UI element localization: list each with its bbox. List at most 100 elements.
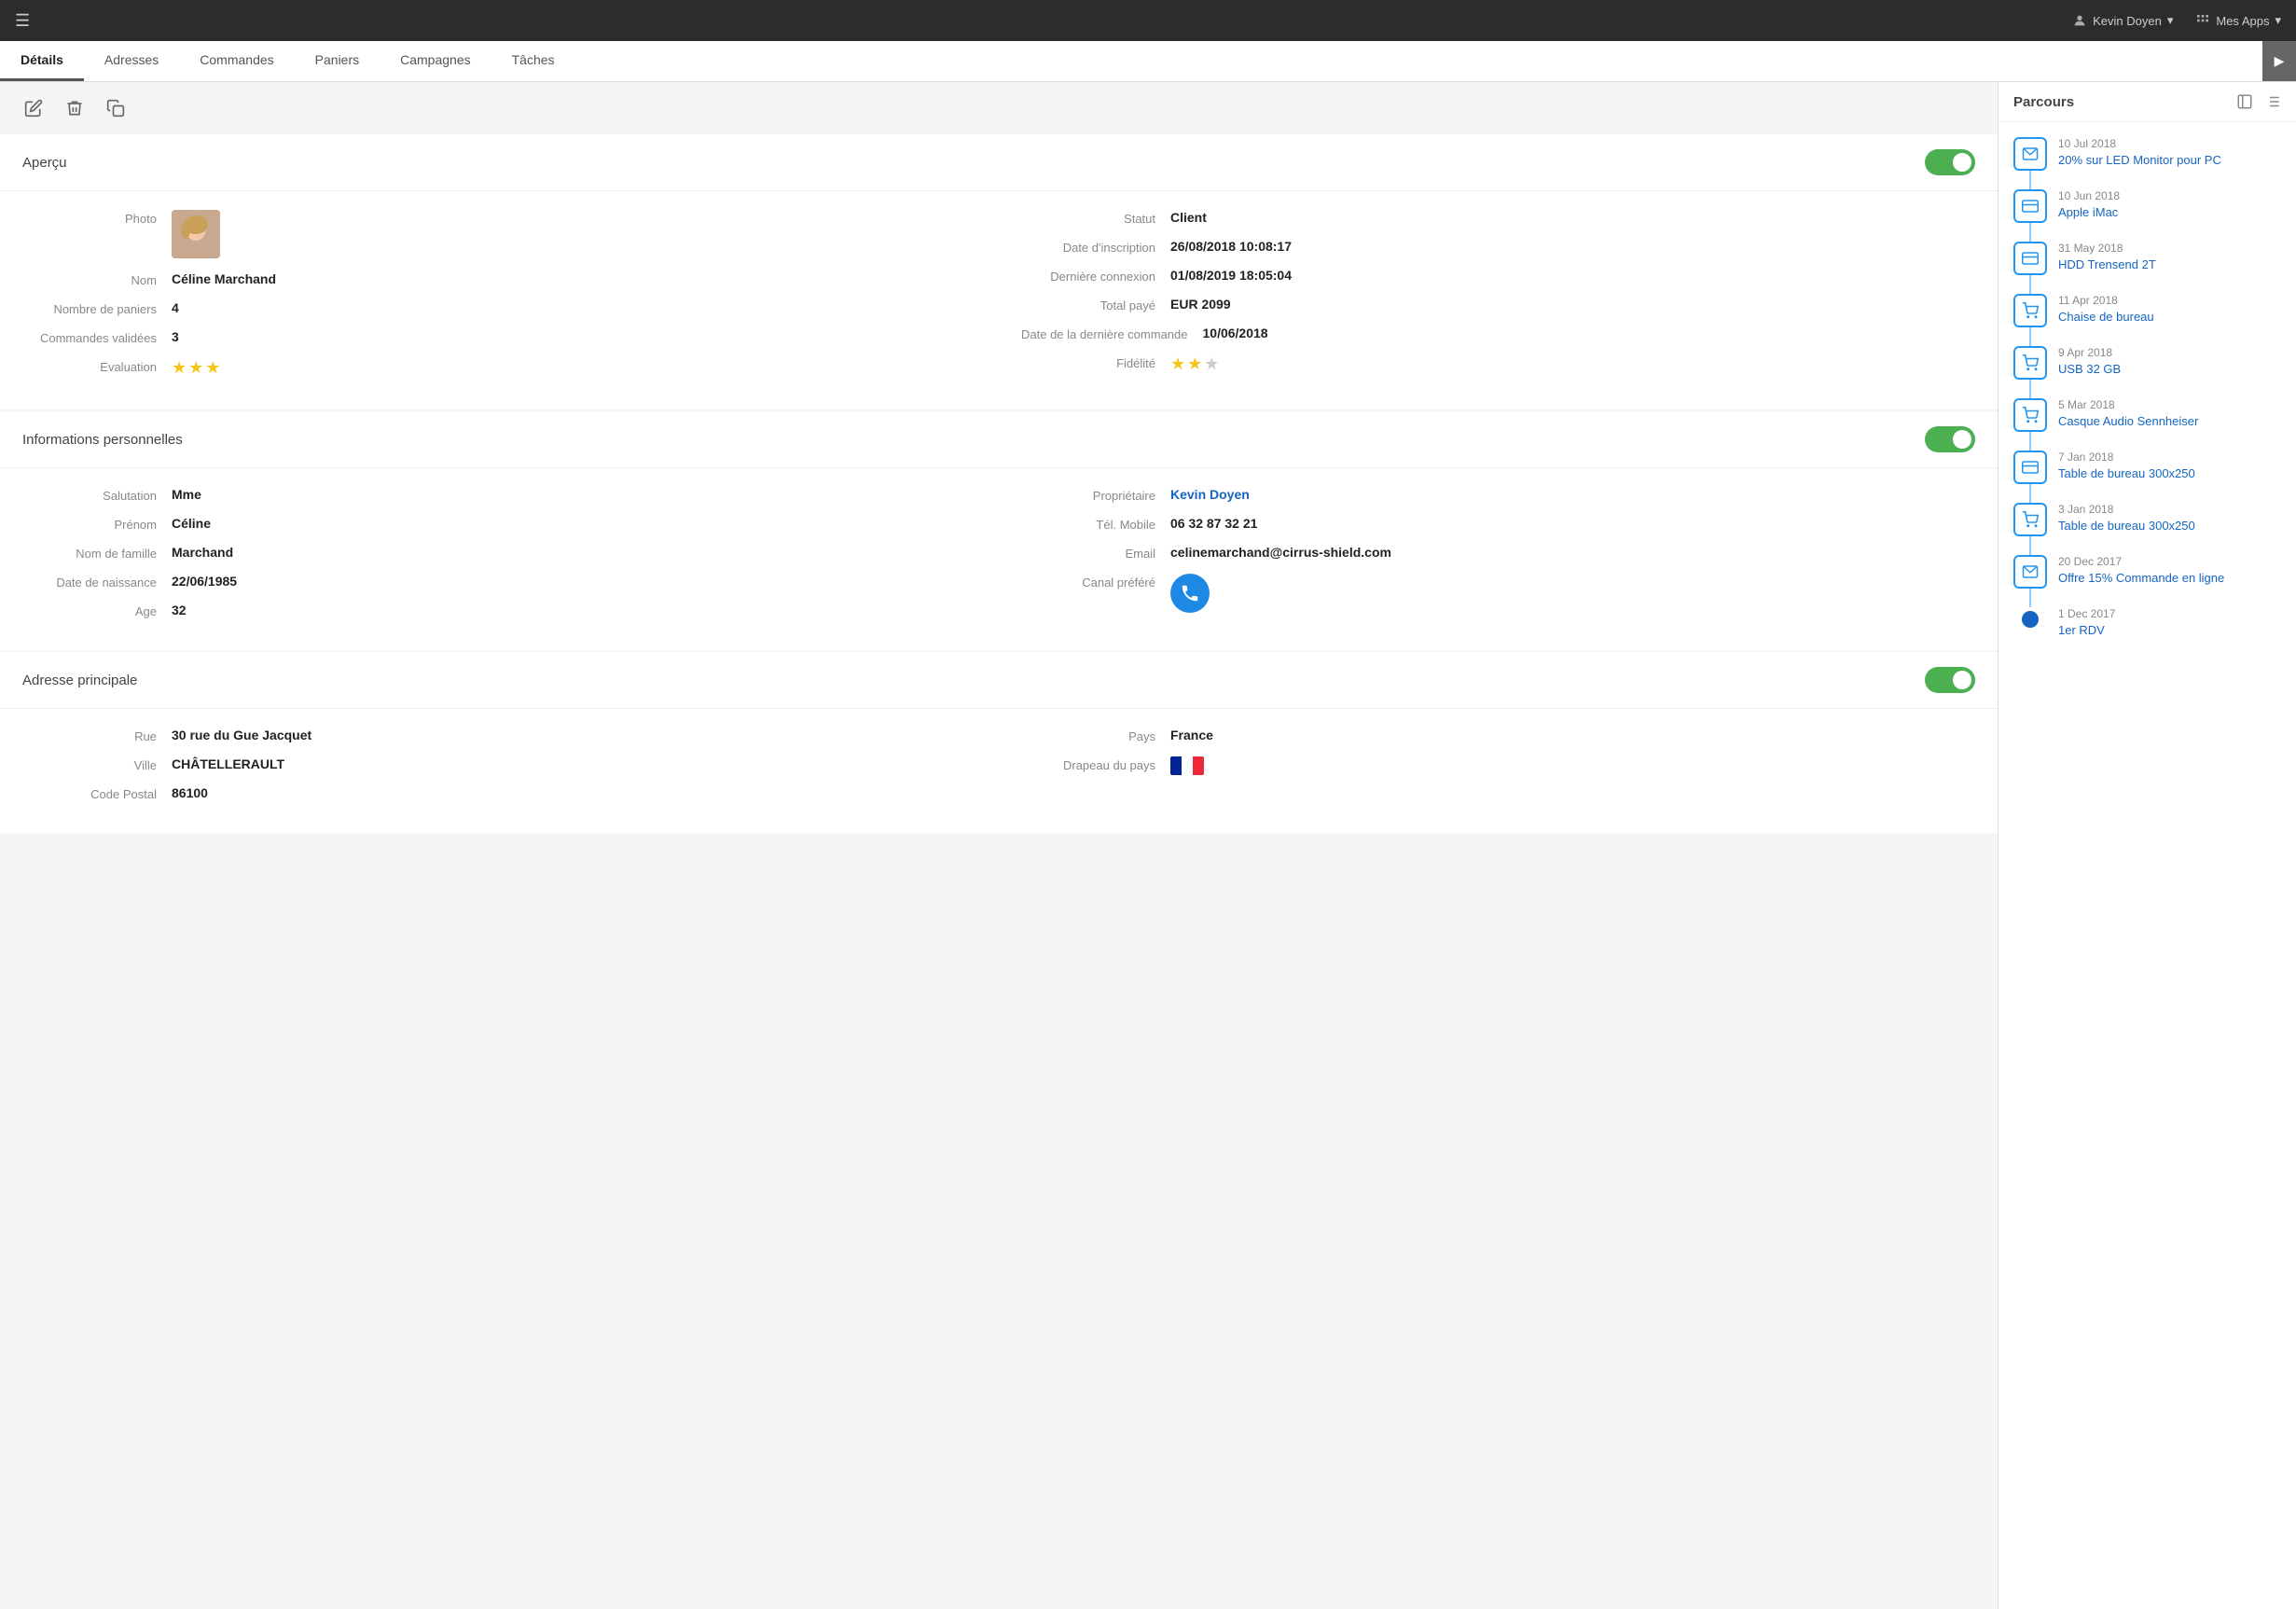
book-icon[interactable] [2236,93,2253,110]
timeline-link[interactable]: 1er RDV [2058,623,2105,637]
timeline-line [2013,398,2047,451]
pays-label: Pays [1021,728,1170,743]
apercu-statut-row: Statut Client [1021,210,1975,226]
rue-value: 30 rue du Gue Jacquet [172,728,311,742]
edit-icon[interactable] [19,93,48,123]
flag-blue [1170,756,1182,775]
topbar: ☰ Kevin Doyen ▾ Mes Apps ▾ [0,0,2296,41]
tab-taches[interactable]: Tâches [491,41,575,81]
timeline-connector [2029,536,2031,555]
timeline-link[interactable]: Apple iMac [2058,205,2118,219]
timeline-line [2013,451,2047,503]
creditcard-icon [2013,242,2047,275]
timeline-content: 9 Apr 2018 USB 32 GB [2058,346,2121,393]
timeline-line [2013,555,2047,607]
paniers-label: Nombre de paniers [22,300,172,316]
hamburger-menu-icon[interactable]: ☰ [15,11,30,31]
infos-toggle[interactable] [1925,426,1975,452]
adresse-section: Adresse principale Rue 30 rue du Gue Jac… [0,652,1998,833]
adresse-right-col: Pays France Drapeau du pays [999,728,1998,814]
user-menu[interactable]: Kevin Doyen ▾ [2072,13,2173,28]
commandes-value: 3 [172,329,179,344]
timeline-line [2013,294,2047,346]
cart-icon [2013,346,2047,380]
timeline-link[interactable]: Chaise de bureau [2058,310,2154,324]
tab-paniers[interactable]: Paniers [295,41,380,81]
timeline-item: 20 Dec 2017 Offre 15% Commande en ligne [2013,555,2281,607]
infos-title: Informations personnelles [22,432,183,448]
timeline-link[interactable]: Offre 15% Commande en ligne [2058,571,2224,585]
prenom-label: Prénom [22,516,172,532]
adresse-ville-row: Ville CHÂTELLERAULT [22,756,976,772]
timeline-link[interactable]: HDD Trensend 2T [2058,257,2156,271]
timeline-item: 10 Jul 2018 20% sur LED Monitor pour PC [2013,137,2281,189]
timeline-link[interactable]: USB 32 GB [2058,362,2121,376]
apercu-connexion-row: Dernière connexion 01/08/2019 18:05:04 [1021,268,1975,284]
action-bar [0,82,1998,134]
nom-label: Nom [22,271,172,287]
statut-value: Client [1170,210,1207,225]
timeline-link[interactable]: 20% sur LED Monitor pour PC [2058,153,2221,167]
copy-icon[interactable] [101,93,131,123]
timeline-item: 9 Apr 2018 USB 32 GB [2013,346,2281,398]
apps-icon [2195,13,2210,28]
apercu-header: Aperçu [0,134,1998,191]
evaluation-label: Evaluation [22,358,172,374]
sidebar-right: Parcours 10 Jul 2018 20% sur LED Monitor… [1998,82,2296,1609]
content-area: Aperçu Photo [0,82,1998,1609]
apercu-toggle[interactable] [1925,149,1975,175]
age-label: Age [22,603,172,618]
nom-value: Céline Marchand [172,271,276,286]
timeline-date: 20 Dec 2017 [2058,555,2224,568]
timeline-content: 7 Jan 2018 Table de bureau 300x250 [2058,451,2195,497]
timeline-line [2013,242,2047,294]
apercu-right-col: Statut Client Date d'inscription 26/08/2… [999,210,1998,391]
apps-menu[interactable]: Mes Apps ▾ [2195,13,2281,28]
email-value: celinemarchand@cirrus-shield.com [1170,545,1391,560]
main-layout: Aperçu Photo [0,82,2296,1609]
infos-left-col: Salutation Mme Prénom Céline Nom de fami… [0,487,999,631]
adresse-title: Adresse principale [22,673,137,688]
adresse-toggle[interactable] [1925,667,1975,693]
timeline-link[interactable]: Table de bureau 300x250 [2058,519,2195,533]
total-value: EUR 2099 [1170,297,1231,312]
flag-red [1193,756,1204,775]
timeline-link[interactable]: Casque Audio Sennheiser [2058,414,2198,428]
infos-header: Informations personnelles [0,411,1998,468]
rue-label: Rue [22,728,172,743]
tab-arrow[interactable]: ▶ [2262,41,2296,81]
derniere-label: Date de la dernière commande [1021,326,1203,341]
tab-commandes[interactable]: Commandes [179,41,294,81]
apercu-title: Aperçu [22,155,67,171]
proprietaire-value: Kevin Doyen [1170,487,1250,502]
adresse-drapeau-row: Drapeau du pays [1021,756,1975,775]
avatar [172,210,220,258]
timeline-line [2013,503,2047,555]
timeline-line [2013,607,2047,631]
apercu-photo-row: Photo [22,210,976,258]
salutation-value: Mme [172,487,201,502]
tab-adresses[interactable]: Adresses [84,41,179,81]
timeline-item: 7 Jan 2018 Table de bureau 300x250 [2013,451,2281,503]
tab-details[interactable]: Détails [0,41,84,81]
infos-age-row: Age 32 [22,603,976,618]
prenom-value: Céline [172,516,211,531]
list-icon[interactable] [2264,93,2281,110]
delete-icon[interactable] [60,93,90,123]
infos-proprietaire-row: Propriétaire Kevin Doyen [1021,487,1975,503]
connexion-label: Dernière connexion [1021,268,1170,284]
connexion-value: 01/08/2019 18:05:04 [1170,268,1292,283]
timeline-date: 3 Jan 2018 [2058,503,2195,516]
inscription-label: Date d'inscription [1021,239,1170,255]
apps-label: Mes Apps [2216,14,2269,28]
statut-label: Statut [1021,210,1170,226]
ville-value: CHÂTELLERAULT [172,756,284,771]
paniers-value: 4 [172,300,179,315]
email-icon [2013,555,2047,589]
timeline-date: 1 Dec 2017 [2058,607,2115,620]
timeline-link[interactable]: Table de bureau 300x250 [2058,466,2195,480]
timeline-line [2013,346,2047,398]
timeline-content: 31 May 2018 HDD Trensend 2T [2058,242,2156,288]
naissance-label: Date de naissance [22,574,172,590]
tab-campagnes[interactable]: Campagnes [380,41,491,81]
